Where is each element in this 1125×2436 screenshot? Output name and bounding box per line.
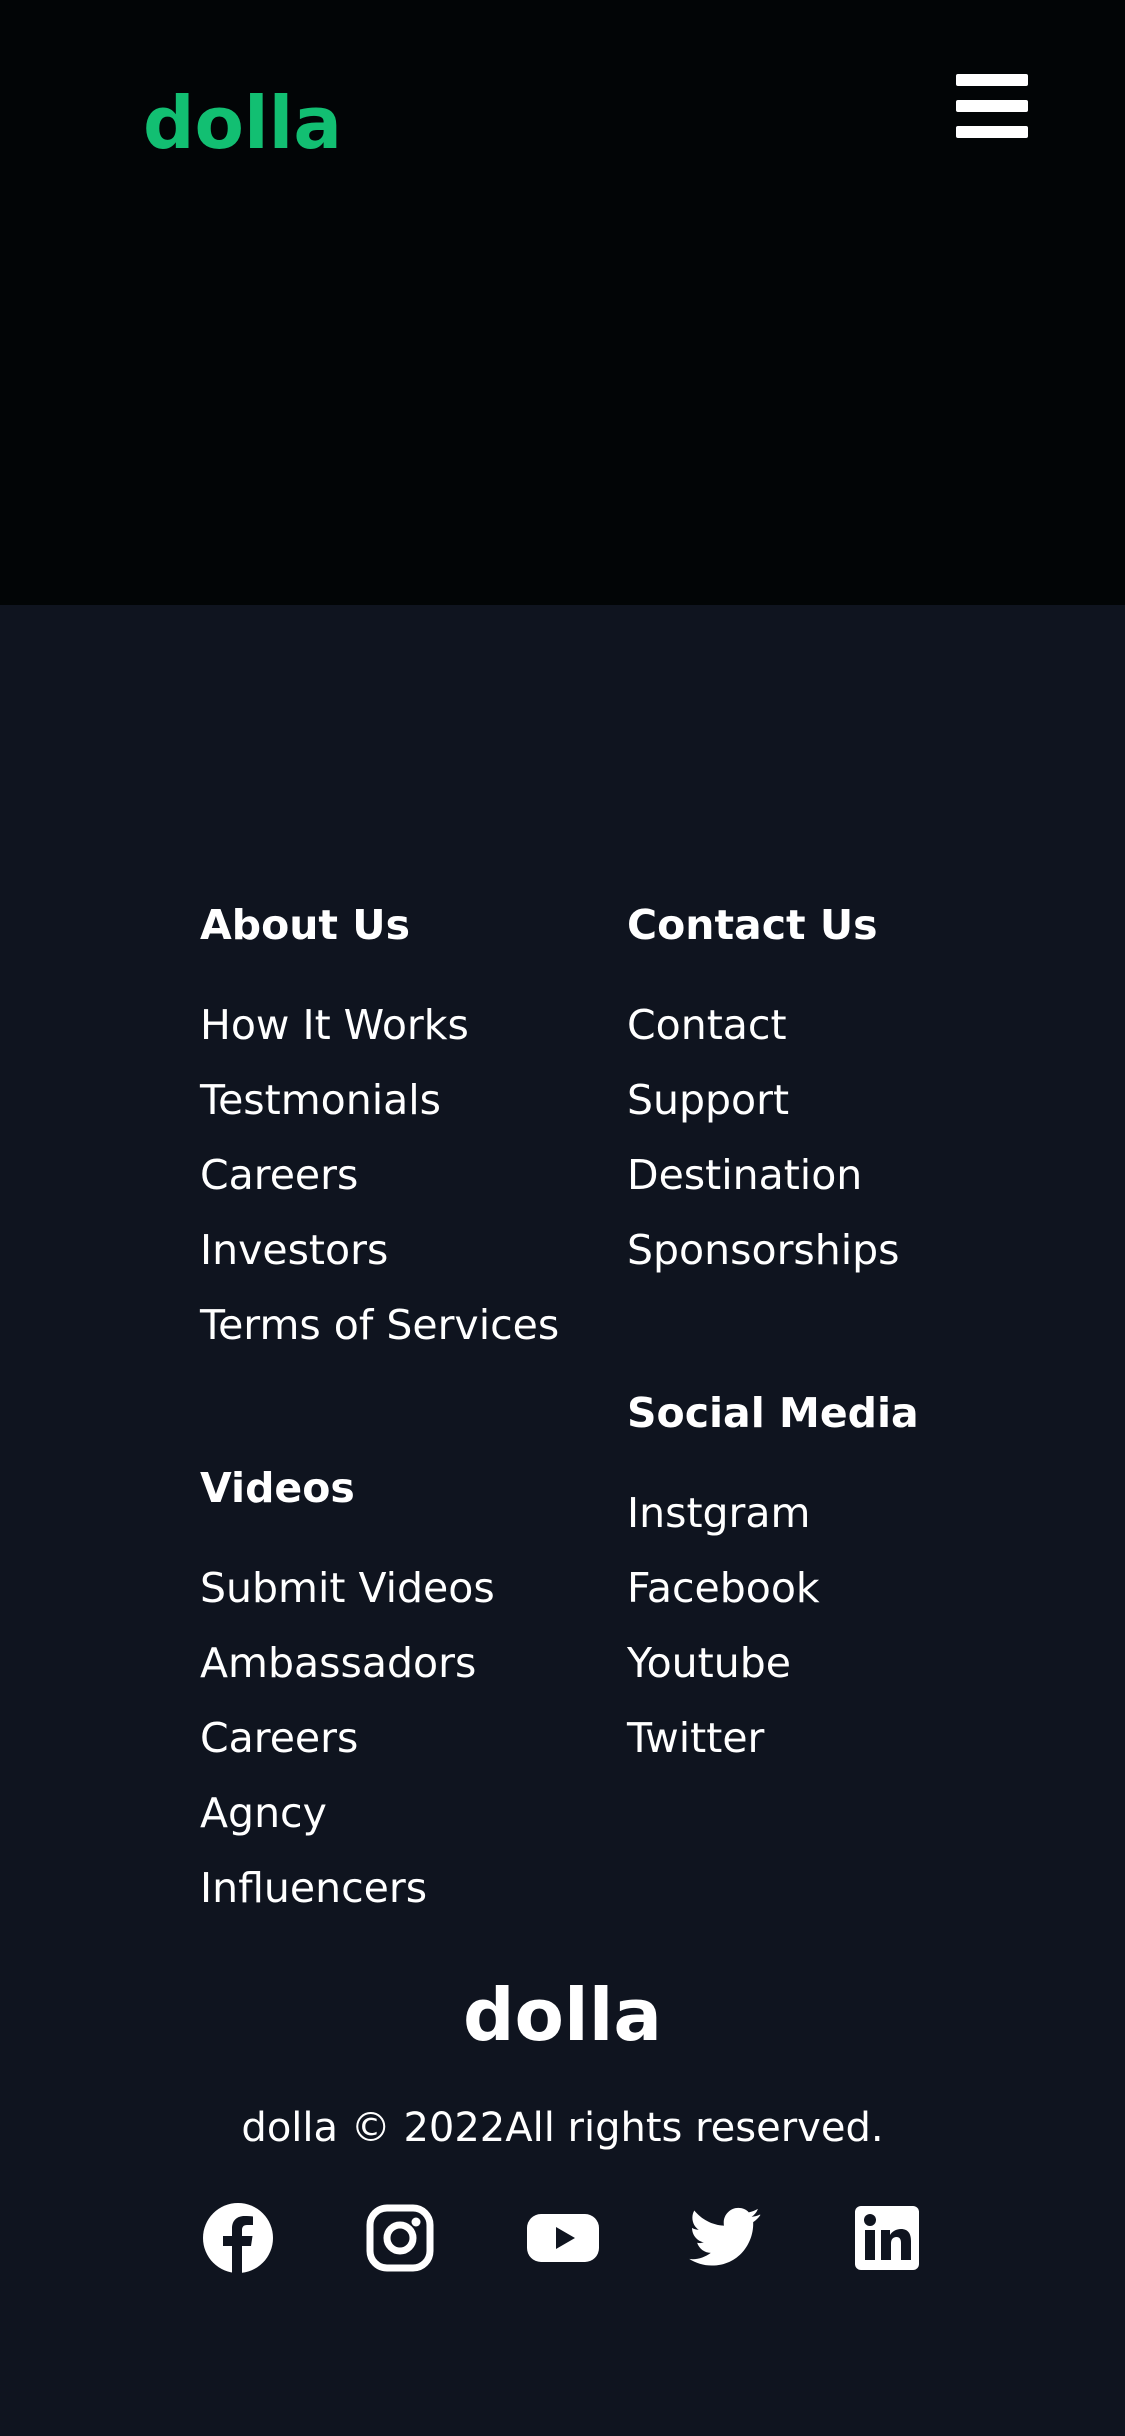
youtube-icon[interactable] <box>525 2200 601 2276</box>
hamburger-menu-icon[interactable] <box>952 66 1032 146</box>
footer-col-social: Social Media Instgram Facebook Youtube T… <box>627 1388 919 1788</box>
footer-link-agency[interactable]: Agncy <box>200 1788 495 1838</box>
brand-logo[interactable]: dolla <box>143 78 342 168</box>
footer-link-support[interactable]: Support <box>627 1075 900 1125</box>
footer-col-contact: Contact Us Contact Support Destination S… <box>627 900 900 1300</box>
linkedin-icon[interactable] <box>849 2200 925 2276</box>
social-icons-row <box>200 2200 925 2276</box>
footer-link-twitter[interactable]: Twitter <box>627 1713 919 1763</box>
footer-link-contact[interactable]: Contact <box>627 1000 900 1050</box>
facebook-icon[interactable] <box>200 2200 276 2276</box>
footer-link-influencers[interactable]: Influencers <box>200 1863 495 1913</box>
instagram-icon[interactable] <box>362 2200 438 2276</box>
footer-link-destination[interactable]: Destination <box>627 1150 900 1200</box>
menu-bar-middle <box>956 100 1028 112</box>
footer-link-ambassadors[interactable]: Ambassadors <box>200 1638 495 1688</box>
footer-col-about: About Us How It Works Testmonials Career… <box>200 900 559 1375</box>
col-title-social: Social Media <box>627 1389 919 1437</box>
footer-link-careers[interactable]: Careers <box>200 1150 559 1200</box>
footer-link-careers-videos[interactable]: Careers <box>200 1713 495 1763</box>
footer-link-testimonials[interactable]: Testmonials <box>200 1075 559 1125</box>
navbar: dolla <box>0 0 1125 605</box>
footer-logo[interactable]: dolla <box>0 1970 1125 2060</box>
copyright-text: dolla © 2022All rights reserved. <box>241 2105 884 2151</box>
footer-link-submit-videos[interactable]: Submit Videos <box>200 1563 495 1613</box>
footer-link-investors[interactable]: Investors <box>200 1225 559 1275</box>
footer-col-videos: Videos Submit Videos Ambassadors Careers… <box>200 1463 495 1938</box>
footer-link-sponsorships[interactable]: Sponsorships <box>627 1225 900 1275</box>
footer-link-how-it-works[interactable]: How It Works <box>200 1000 559 1050</box>
col-title-videos: Videos <box>200 1464 355 1512</box>
menu-bar-top <box>956 74 1028 86</box>
footer-link-instagram[interactable]: Instgram <box>627 1488 919 1538</box>
twitter-icon[interactable] <box>687 2200 763 2276</box>
footer-link-terms[interactable]: Terms of Services <box>200 1300 559 1350</box>
footer-link-facebook[interactable]: Facebook <box>627 1563 919 1613</box>
footer-link-youtube[interactable]: Youtube <box>627 1638 919 1688</box>
menu-bar-bottom <box>956 126 1028 138</box>
col-title-contact: Contact Us <box>627 901 878 949</box>
col-title-about: About Us <box>200 901 411 949</box>
